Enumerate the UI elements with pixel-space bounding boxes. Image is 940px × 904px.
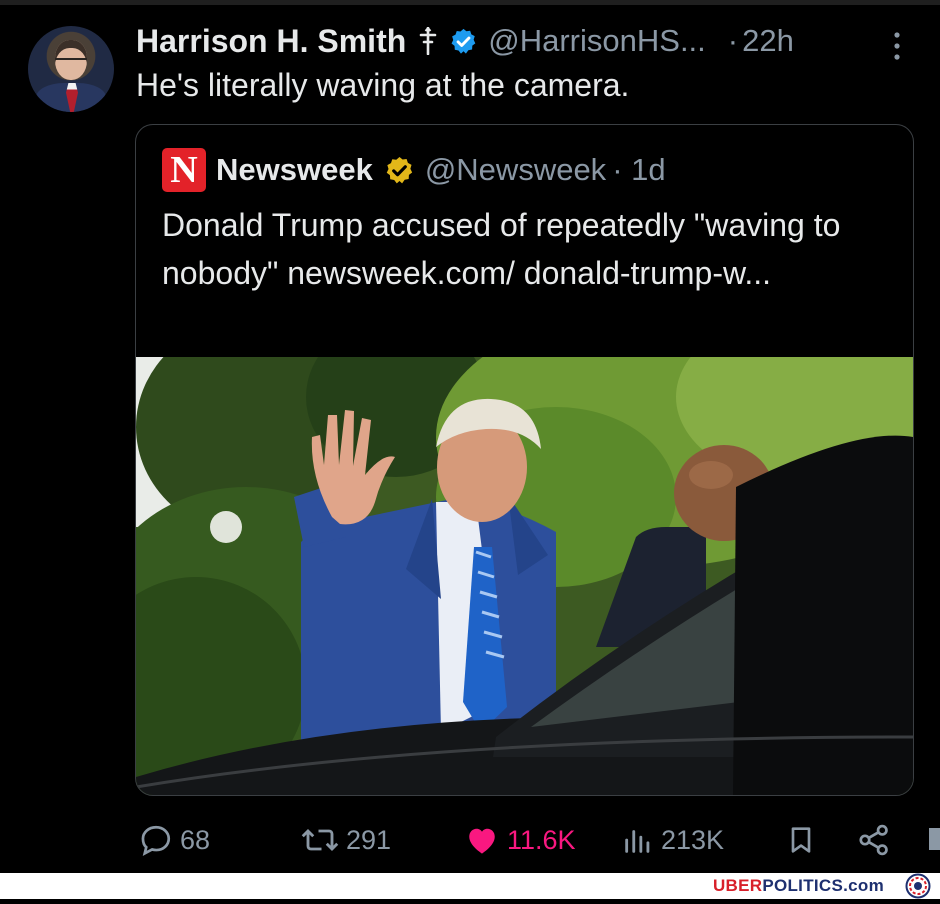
share-button[interactable] bbox=[856, 820, 892, 860]
bookmark-button[interactable] bbox=[785, 820, 817, 860]
reply-count: 68 bbox=[180, 824, 211, 855]
action-bar: 68 291 11.6K 213K bbox=[0, 812, 940, 868]
brand-text: UBERPOLITICS.com bbox=[712, 876, 884, 895]
quoted-time: · 1d bbox=[612, 152, 666, 187]
quoted-text: Donald Trump accused of repeatedly "wavi… bbox=[162, 207, 841, 291]
like-count: 11.6K bbox=[507, 824, 576, 855]
tweet-header: Harrison H. Smith @HarrisonHS... · 22h bbox=[136, 20, 794, 62]
news-photo[interactable] bbox=[136, 357, 913, 795]
like-icon bbox=[469, 828, 495, 854]
top-divider bbox=[0, 0, 940, 5]
avatar[interactable] bbox=[28, 26, 114, 112]
views-button[interactable]: 213K bbox=[621, 820, 724, 860]
views-icon bbox=[625, 830, 650, 853]
repost-count: 291 bbox=[346, 824, 392, 855]
author-name[interactable]: Harrison H. Smith bbox=[136, 23, 406, 60]
watermark-bar: UBERPOLITICS.com bbox=[0, 873, 940, 899]
repost-icon bbox=[301, 828, 339, 852]
partial-icon bbox=[929, 828, 940, 850]
quoted-tweet[interactable]: N Newsweek @Newsweek · 1d Donald Trump a… bbox=[135, 124, 914, 796]
cross-icon bbox=[418, 26, 438, 56]
like-button[interactable]: 11.6K bbox=[463, 820, 576, 860]
newsweek-logo-icon: N bbox=[162, 148, 206, 192]
quoted-author-name[interactable]: Newsweek bbox=[216, 152, 373, 188]
quoted-header: N Newsweek @Newsweek · 1d bbox=[162, 147, 666, 193]
author-handle[interactable]: @HarrisonHS... bbox=[488, 23, 706, 59]
repost-button[interactable]: 291 bbox=[300, 820, 391, 860]
reply-button[interactable]: 68 bbox=[138, 820, 210, 860]
verified-badge-icon[interactable] bbox=[449, 27, 478, 56]
reply-icon bbox=[141, 825, 171, 856]
verified-gold-badge-icon bbox=[384, 155, 415, 186]
tweet-text: He's literally waving at the camera. bbox=[136, 67, 630, 103]
quoted-handle[interactable]: @Newsweek bbox=[425, 152, 606, 188]
views-count: 213K bbox=[661, 824, 725, 855]
share-icon bbox=[859, 824, 888, 856]
bookmark-icon bbox=[791, 827, 811, 853]
tweet: Harrison H. Smith @HarrisonHS... · 22h H… bbox=[0, 0, 940, 873]
post-time[interactable]: 22h bbox=[742, 23, 794, 59]
brand-logo-icon bbox=[898, 873, 938, 899]
separator-dot: · bbox=[727, 23, 739, 58]
more-icon[interactable] bbox=[887, 29, 907, 63]
